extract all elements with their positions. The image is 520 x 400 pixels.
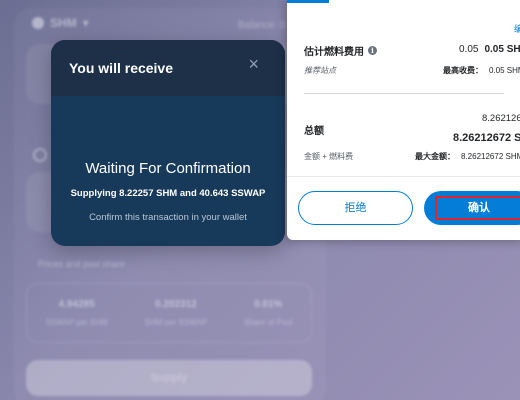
- confirm-button[interactable]: 确认: [424, 191, 520, 225]
- close-icon[interactable]: ×: [248, 54, 259, 75]
- confirmation-modal: You will receive × Waiting For Confirmat…: [51, 40, 285, 246]
- modal-body: Waiting For Confirmation Supplying 8.222…: [51, 160, 285, 223]
- stat-label: SHM per SSWAP: [144, 318, 208, 327]
- token-selector[interactable]: SHM ▾: [32, 16, 89, 30]
- stat-value: 0.202312: [155, 299, 197, 310]
- fee-value-bold: 0.05 SHM: [484, 44, 520, 55]
- prices-panel: 4.94285 SSWAP per SHM 0.202312 SHM per S…: [26, 283, 312, 343]
- token-icon: [32, 17, 44, 29]
- amount-plus-fee-label: 金额 + 燃料费: [304, 152, 354, 161]
- max-fee-value: 0.05 SHM: [489, 66, 520, 75]
- edit-link[interactable]: 编: [514, 22, 520, 35]
- stat-share-of-pool: 0.01% Share of Pool: [244, 299, 292, 327]
- wallet-popup: 编 估计燃料费用 i 0.05 0.05 SHM 推荐站点 最高收费： 0.05 S…: [287, 0, 520, 240]
- stat-value: 4.94285: [58, 299, 95, 310]
- section-divider: [304, 93, 504, 94]
- waiting-text: Waiting For Confirmation: [85, 160, 251, 177]
- total-label: 总额: [304, 126, 324, 137]
- prices-label: Prices and pool share: [38, 259, 126, 269]
- supplying-text: Supplying 8.22257 SHM and 40.643 SSWAP: [70, 188, 266, 199]
- fee-value: 0.05: [459, 44, 479, 55]
- estimated-fee-text: 估计燃料费用: [304, 47, 364, 58]
- max-amount-label: 最大金额：: [415, 152, 455, 161]
- confirm-hint-text: Confirm this transaction in your wallet: [89, 212, 247, 223]
- plus-icon: [33, 148, 47, 162]
- active-tab-indicator: [287, 0, 329, 3]
- stat-value: 0.01%: [254, 299, 283, 310]
- site-suggested-label: 推荐站点: [304, 66, 336, 75]
- stat-label: SSWAP per SHM: [45, 318, 108, 327]
- modal-title: You will receive: [69, 60, 174, 76]
- total-amount-top: 8.262126: [482, 113, 520, 124]
- stat-shm-per-sswap: 0.202312 SHM per SSWAP: [145, 299, 207, 327]
- balance-label: Balance: 0: [238, 20, 286, 31]
- modal-header: You will receive ×: [51, 40, 285, 96]
- estimated-fee-values: 0.05 0.05 SHM: [459, 44, 520, 55]
- info-icon[interactable]: i: [368, 46, 377, 55]
- stat-label: Share of Pool: [244, 318, 293, 327]
- chevron-down-icon: ▾: [82, 16, 89, 30]
- total-amount: 8.26212672 SHM: [453, 132, 520, 144]
- stat-sswap-per-shm: 4.94285 SSWAP per SHM: [45, 299, 107, 327]
- supply-button[interactable]: Supply: [26, 360, 312, 396]
- estimated-fee-label: 估计燃料费用 i: [304, 43, 377, 58]
- max-amount-value: 8.26212672 SHM: [461, 152, 520, 161]
- max-fee-label: 最高收费：: [443, 66, 483, 75]
- reject-button[interactable]: 拒绝: [298, 191, 413, 225]
- token-label: SHM: [50, 16, 77, 30]
- button-divider: [287, 176, 520, 177]
- max-fee: 最高收费： 0.05 SHM: [443, 65, 520, 76]
- max-amount: 最大金额： 8.26212672 SHM: [415, 151, 520, 162]
